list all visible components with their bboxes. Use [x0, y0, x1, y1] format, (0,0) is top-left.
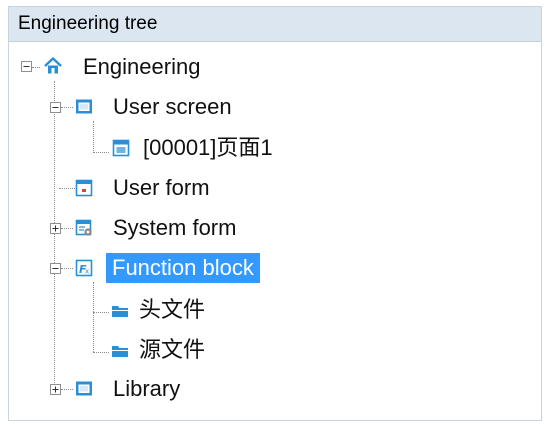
engineering-tree-panel: Engineering tree Engineering User screen… [8, 6, 542, 421]
collapse-toggle[interactable] [50, 263, 61, 274]
tree-connector [61, 389, 73, 390]
tree-connector [32, 67, 40, 68]
tree-node-label[interactable]: Function block [106, 253, 260, 283]
library-icon [76, 381, 92, 396]
tree-connector [61, 268, 73, 269]
tree-node-label[interactable]: System form [109, 214, 240, 242]
tree-node-label[interactable]: 源文件 [135, 336, 209, 364]
tree-node-label[interactable]: User screen [109, 93, 236, 121]
system-form-icon [75, 219, 92, 236]
tree-connector [93, 282, 94, 352]
tree-node-label[interactable]: Library [109, 375, 184, 403]
engineering-tree[interactable]: Engineering User screen [00001]页面1 User … [9, 41, 541, 420]
collapse-toggle[interactable] [21, 61, 32, 72]
panel-header: Engineering tree [9, 7, 541, 42]
tree-node-label[interactable]: [00001]页面1 [139, 134, 277, 162]
collapse-toggle[interactable] [50, 102, 61, 113]
tree-connector [93, 352, 109, 353]
form-icon [75, 179, 93, 197]
tree-node-label[interactable]: User form [109, 174, 214, 202]
tree-connector [93, 121, 94, 151]
expand-toggle[interactable] [50, 223, 61, 234]
screen-icon [76, 99, 92, 114]
home-icon [44, 57, 62, 74]
tree-connector [59, 188, 75, 189]
tree-connector [93, 312, 109, 313]
folder-icon [112, 306, 128, 317]
tree-connector [54, 81, 55, 393]
folder-icon [112, 346, 128, 357]
expand-toggle[interactable] [50, 384, 61, 395]
panel-title: Engineering tree [18, 13, 158, 34]
tree-node-label[interactable]: Engineering [79, 53, 204, 81]
function-block-icon: F x [75, 259, 93, 277]
tree-connector [61, 228, 73, 229]
page-icon [112, 139, 130, 157]
svg-text:x: x [85, 268, 89, 276]
tree-connector [93, 152, 109, 153]
tree-node-label[interactable]: 头文件 [135, 296, 209, 324]
tree-connector [61, 107, 73, 108]
